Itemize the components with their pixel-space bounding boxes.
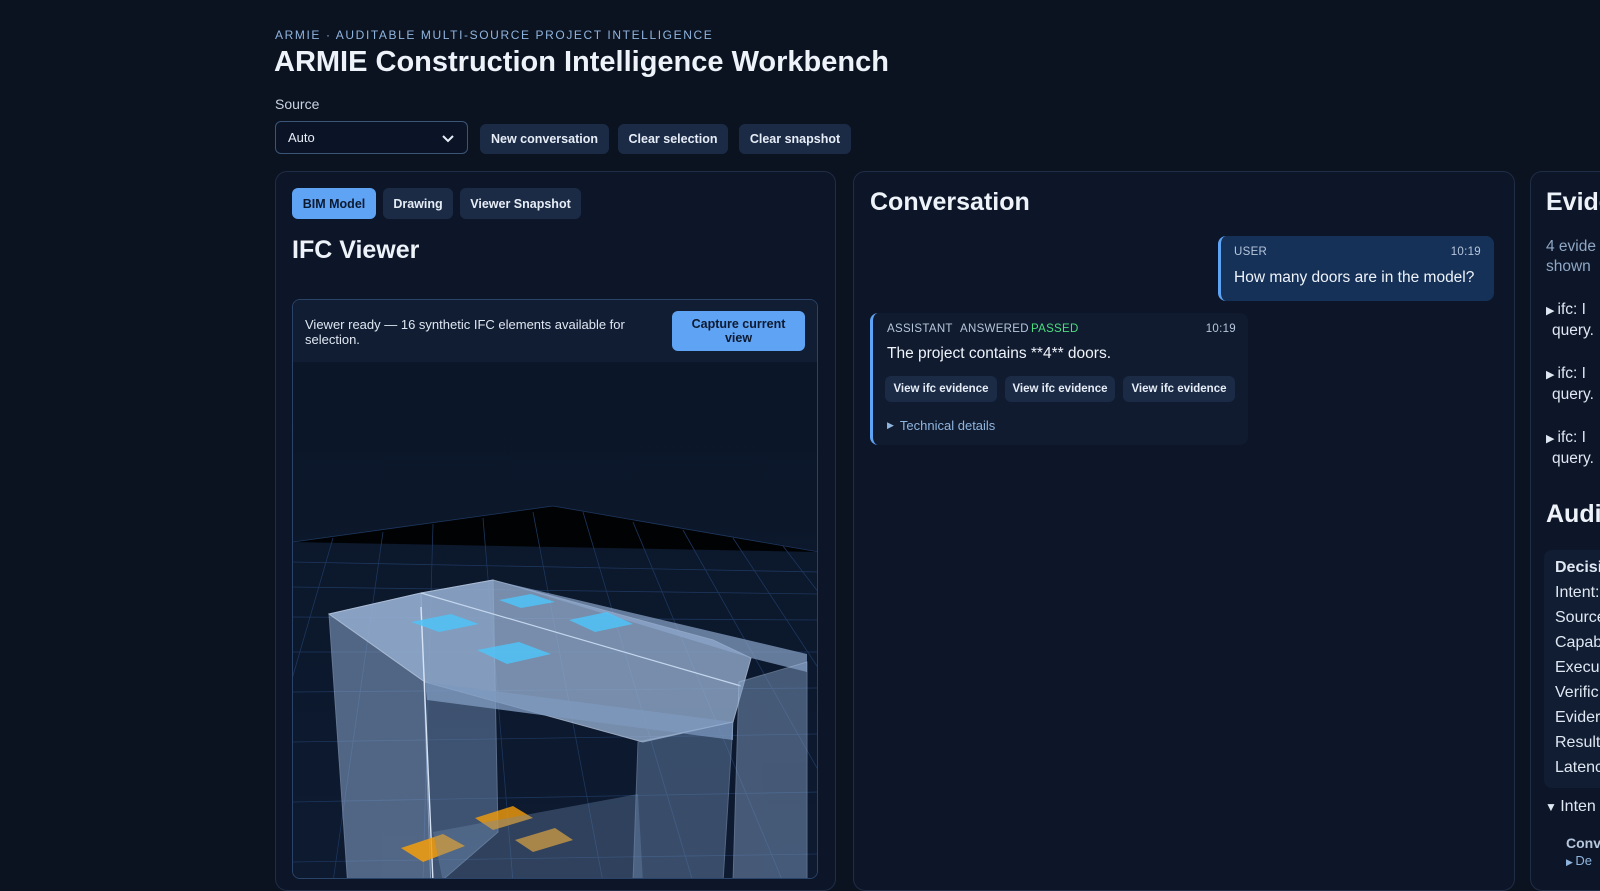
- details-toggle[interactable]: ▶ De: [1566, 851, 1592, 872]
- audit-latency: Latenc: [1555, 759, 1600, 776]
- view-evidence-button[interactable]: View ifc evidence: [1005, 376, 1115, 402]
- audit-result: Result: [1555, 734, 1600, 751]
- triangle-right-icon: ▶: [1546, 305, 1558, 317]
- view-evidence-button[interactable]: View ifc evidence: [1123, 376, 1235, 402]
- viewer-heading: IFC Viewer: [292, 236, 420, 264]
- intent-toggle[interactable]: ▼ Inten: [1545, 797, 1596, 817]
- triangle-right-icon: ▶: [1546, 433, 1558, 445]
- viewer-header: Viewer ready — 16 synthetic IFC elements…: [293, 300, 817, 362]
- evidence-item[interactable]: ▶ ifc: I query.: [1546, 364, 1594, 405]
- evidence-item-source: ifc: I: [1557, 301, 1586, 318]
- clear-snapshot-button[interactable]: Clear snapshot: [739, 124, 851, 154]
- user-role-label: USER: [1234, 246, 1268, 258]
- audit-source: Source: [1555, 609, 1600, 626]
- source-select[interactable]: Auto: [275, 121, 468, 154]
- answer-state-badge: ANSWERED: [960, 323, 1029, 335]
- evidence-item-source: ifc: I: [1557, 365, 1586, 382]
- audit-evidence: Evider: [1555, 709, 1600, 726]
- audit-capability: Capab: [1555, 634, 1600, 651]
- tab-bim-model[interactable]: BIM Model: [292, 188, 376, 219]
- evidence-item[interactable]: ▶ ifc: I query.: [1546, 300, 1594, 341]
- evidence-item-query: query.: [1552, 322, 1594, 339]
- evidence-item[interactable]: ▶ ifc: I query.: [1546, 428, 1594, 469]
- assistant-message-text: The project contains **4** doors.: [887, 345, 1112, 362]
- triangle-right-icon: ▶: [887, 420, 894, 430]
- evidence-item-query: query.: [1552, 450, 1594, 467]
- audit-verification: Verific: [1555, 684, 1599, 701]
- intent-toggle-label: Inten: [1560, 798, 1596, 815]
- eyebrow-label: ARMIE · AUDITABLE MULTI-SOURCE PROJECT I…: [275, 28, 714, 42]
- assistant-message-time: 10:19: [1205, 323, 1236, 335]
- conversation-subheading: Conv: [1566, 835, 1600, 851]
- ifc-viewer: Viewer ready — 16 synthetic IFC elements…: [292, 299, 818, 879]
- clear-selection-button[interactable]: Clear selection: [618, 124, 728, 154]
- user-message-time: 10:19: [1450, 246, 1481, 258]
- audit-decision: Decisi: [1555, 559, 1600, 576]
- evidence-item-query: query.: [1552, 386, 1594, 403]
- capture-view-button[interactable]: Capture current view: [672, 311, 805, 351]
- verification-badge: PASSED: [1031, 323, 1079, 335]
- source-select-value: Auto: [288, 130, 315, 145]
- triangle-right-icon: ▶: [1546, 369, 1558, 381]
- technical-details-label: Technical details: [899, 418, 996, 433]
- 3d-canvas[interactable]: [293, 362, 818, 879]
- new-conversation-button[interactable]: New conversation: [480, 124, 609, 154]
- assistant-role-label: ASSISTANT: [887, 323, 953, 335]
- audit-intent: Intent:: [1555, 584, 1600, 601]
- technical-details-toggle[interactable]: ▶ Technical details: [887, 418, 995, 433]
- user-message-text: How many doors are in the model?: [1234, 269, 1475, 286]
- page-title: ARMIE Construction Intelligence Workbenc…: [274, 46, 889, 78]
- evidence-summary-count: 4 evide: [1546, 238, 1596, 255]
- triangle-right-icon: ▶: [1566, 857, 1576, 867]
- triangle-down-icon: ▼: [1545, 800, 1561, 814]
- tab-drawing[interactable]: Drawing: [383, 188, 453, 219]
- chevron-down-icon: [442, 134, 454, 142]
- source-label: Source: [275, 96, 320, 112]
- user-message: USER 10:19 How many doors are in the mod…: [1218, 236, 1494, 301]
- evidence-heading: Evide: [1546, 188, 1600, 216]
- conversation-heading: Conversation: [870, 188, 1030, 216]
- evidence-item-source: ifc: I: [1557, 429, 1586, 446]
- audit-execution: Execu: [1555, 659, 1600, 676]
- audit-heading: Audit: [1546, 500, 1600, 528]
- details-toggle-label: De: [1575, 853, 1593, 868]
- view-evidence-button[interactable]: View ifc evidence: [885, 376, 997, 402]
- evidence-summary-shown: shown: [1546, 258, 1591, 275]
- viewer-status-text: Viewer ready — 16 synthetic IFC elements…: [305, 317, 625, 347]
- tab-viewer-snapshot[interactable]: Viewer Snapshot: [460, 188, 581, 219]
- evidence-summary: 4 evide shown: [1546, 237, 1596, 277]
